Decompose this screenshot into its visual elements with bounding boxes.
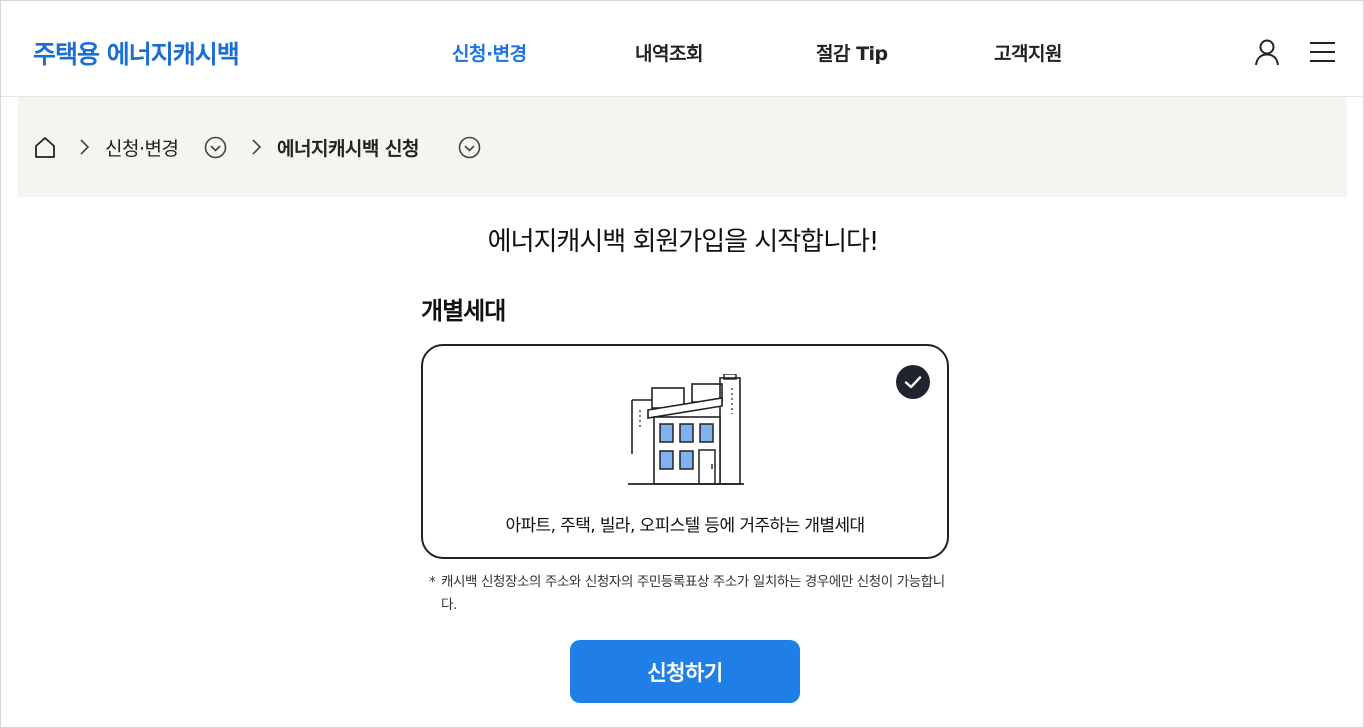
nav-item-saving-tip[interactable]: 절감 Tip (816, 39, 888, 66)
note-text: 캐시백 신청장소의 주소와 신청자의 주민등록표상 주소가 일치하는 경우에만 … (441, 574, 945, 613)
nav-item-apply-change[interactable]: 신청·변경 (452, 39, 527, 66)
chevron-down-circle-icon[interactable] (458, 136, 481, 163)
home-icon[interactable] (34, 135, 56, 163)
apply-button[interactable]: 신청하기 (570, 640, 800, 703)
nav-item-history[interactable]: 내역조회 (635, 39, 703, 66)
page-frame: 주택용 에너지캐시백 신청·변경 내역조회 절감 Tip 고객지원 신청·변경 … (0, 0, 1364, 728)
breadcrumb-item-apply-change[interactable]: 신청·변경 (105, 134, 179, 161)
user-icon[interactable] (1252, 37, 1282, 67)
chevron-right-icon (250, 138, 262, 160)
section-title: 개별세대 (421, 297, 506, 325)
breadcrumb: 신청·변경 에너지캐시백 신청 (18, 97, 1347, 197)
chevron-right-icon (78, 138, 90, 160)
hamburger-menu-icon[interactable] (1307, 37, 1337, 67)
breadcrumb-item-current[interactable]: 에너지캐시백 신청 (277, 134, 419, 161)
site-logo[interactable]: 주택용 에너지캐시백 (33, 35, 240, 71)
note-asterisk: * (429, 574, 436, 590)
building-icon (628, 373, 744, 486)
check-icon (896, 365, 930, 399)
individual-household-option-card[interactable]: 아파트, 주택, 빌라, 오피스텔 등에 거주하는 개별세대 (421, 344, 949, 559)
option-description: 아파트, 주택, 빌라, 오피스텔 등에 거주하는 개별세대 (505, 516, 865, 536)
page-title: 에너지캐시백 회원가입을 시작합니다! (487, 227, 880, 257)
site-header: 주택용 에너지캐시백 신청·변경 내역조회 절감 Tip 고객지원 (1, 1, 1363, 97)
nav-item-support[interactable]: 고객지원 (994, 39, 1062, 66)
chevron-down-circle-icon[interactable] (204, 136, 227, 163)
eligibility-note: * 캐시백 신청장소의 주소와 신청자의 주민등록표상 주소가 일치하는 경우에… (429, 571, 949, 617)
